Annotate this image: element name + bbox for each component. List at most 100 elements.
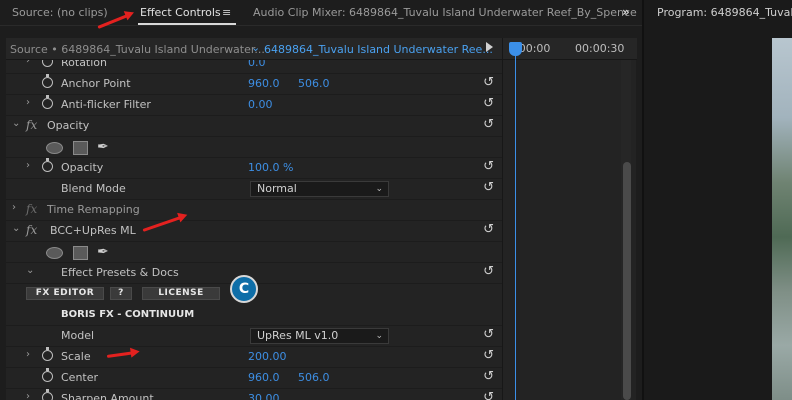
time-ruler[interactable]: :00:00 00:00:30: [503, 38, 637, 60]
property-row-blend-mode: Blend Mode Normal ⌄ ↺: [6, 179, 502, 200]
property-value-y[interactable]: 506.0: [298, 371, 330, 384]
property-row-sharpen-amount: › Sharpen Amount 30.00 ↺: [6, 389, 502, 400]
chevron-down-icon: ⌄: [375, 184, 383, 194]
reset-icon[interactable]: ↺: [483, 117, 494, 132]
property-label: Blend Mode: [61, 182, 126, 195]
dropdown-value: Normal: [257, 182, 297, 195]
tab-audio-clip-mixer[interactable]: Audio Clip Mixer: 6489864_Tuvalu Island …: [253, 6, 637, 19]
playhead-line[interactable]: [515, 56, 516, 400]
reset-icon[interactable]: ↺: [483, 75, 494, 90]
chevron-right-icon[interactable]: ›: [26, 391, 30, 400]
tab-source[interactable]: Source: (no clips): [12, 6, 108, 19]
property-value-x[interactable]: 960.0: [248, 77, 280, 90]
stopwatch-icon[interactable]: [42, 60, 53, 67]
scrollbar-thumb[interactable]: [623, 162, 631, 400]
effect-group-bcc-upres[interactable]: ⌄ fx BCC+UpRes ML ↺: [6, 221, 502, 242]
effect-group-label: BCC+UpRes ML: [50, 224, 136, 237]
panel-menu-icon[interactable]: ≡: [222, 6, 231, 19]
program-video-frame: [772, 38, 792, 400]
property-label: Effect Presets & Docs: [61, 266, 179, 279]
chevron-down-icon[interactable]: ⌄: [251, 41, 260, 54]
effect-controls-panel: Source • 6489864_Tuvalu Island Underwate…: [6, 38, 637, 400]
effect-properties-list: › Rotation 0.0 Anchor Point 960.0 506.0 …: [6, 60, 502, 400]
program-monitor-title[interactable]: Program: 6489864_Tuvalu I: [657, 6, 792, 19]
property-value[interactable]: 200.00: [248, 350, 287, 363]
chevron-right-icon[interactable]: ›: [26, 160, 30, 171]
continuum-logo: C: [230, 275, 258, 303]
reset-icon[interactable]: ↺: [483, 180, 494, 195]
reset-icon[interactable]: ↺: [483, 222, 494, 237]
blend-mode-dropdown[interactable]: Normal ⌄: [250, 181, 389, 197]
property-row-opacity: › Opacity 100.0 % ↺: [6, 158, 502, 179]
property-row-model: Model UpRes ML v1.0 ⌄ ↺: [6, 326, 502, 347]
sequence-clip-selector[interactable]: 6489864_Tuvalu Island Underwater Ree...: [264, 43, 493, 56]
effect-group-label: Time Remapping: [47, 203, 140, 216]
model-dropdown[interactable]: UpRes ML v1.0 ⌄: [250, 328, 389, 344]
property-value[interactable]: 100.0 %: [248, 161, 293, 174]
reset-icon[interactable]: ↺: [483, 390, 494, 400]
tab-effect-controls[interactable]: Effect Controls: [140, 6, 221, 19]
panel-tab-bar: Source: (no clips) Effect Controls ≡ Aud…: [0, 0, 642, 26]
reset-icon[interactable]: ↺: [483, 327, 494, 342]
boris-fx-label: BORIS FX - CONTINUUM: [61, 309, 195, 320]
rectangle-mask-icon[interactable]: [73, 141, 88, 155]
property-row-scale: › Scale 200.00 ↺: [6, 347, 502, 368]
reset-icon[interactable]: ↺: [483, 264, 494, 279]
clip-header-bar: Source • 6489864_Tuvalu Island Underwate…: [6, 38, 502, 60]
ruler-end-timecode: 00:00:30: [575, 42, 625, 55]
help-button[interactable]: ?: [110, 287, 132, 300]
fx-editor-button[interactable]: FX EDITOR: [26, 287, 104, 300]
ellipse-mask-icon[interactable]: [46, 142, 63, 154]
play-icon[interactable]: [486, 42, 493, 52]
rectangle-mask-icon[interactable]: [73, 246, 88, 260]
pen-mask-icon[interactable]: ✒: [97, 139, 109, 155]
chevron-down-icon[interactable]: ⌄: [12, 223, 20, 234]
reset-icon[interactable]: ↺: [483, 96, 494, 111]
effect-group-time-remapping[interactable]: › fx Time Remapping: [6, 200, 502, 221]
chevron-right-icon[interactable]: ›: [26, 97, 30, 108]
stopwatch-icon[interactable]: [42, 347, 53, 361]
license-button[interactable]: LICENSE: [142, 287, 220, 300]
property-label: Scale: [61, 350, 91, 363]
stopwatch-icon[interactable]: [42, 74, 53, 88]
stopwatch-icon[interactable]: [42, 389, 53, 400]
playhead-handle[interactable]: [509, 42, 522, 56]
fx-icon[interactable]: fx: [26, 223, 37, 237]
chevron-right-icon[interactable]: ›: [26, 349, 30, 360]
dropdown-value: UpRes ML v1.0: [257, 329, 339, 342]
property-value-x[interactable]: 960.0: [248, 371, 280, 384]
chevron-down-icon: ⌄: [375, 331, 383, 341]
chevron-right-icon[interactable]: ›: [12, 202, 16, 213]
property-label: Anchor Point: [61, 77, 131, 90]
reset-icon[interactable]: ↺: [483, 369, 494, 384]
stopwatch-icon[interactable]: [42, 95, 53, 109]
boris-fx-label-row: BORIS FX - CONTINUUM: [6, 305, 502, 326]
chevron-right-icon[interactable]: ›: [26, 60, 30, 66]
chevron-down-icon[interactable]: ⌄: [12, 118, 20, 129]
property-value[interactable]: 30.00: [248, 392, 280, 400]
reset-icon[interactable]: ↺: [483, 348, 494, 363]
property-label: Rotation: [61, 60, 108, 69]
property-value[interactable]: 0.0: [248, 60, 266, 69]
pen-mask-icon[interactable]: ✒: [97, 244, 109, 260]
property-row-center: Center 960.0 506.0 ↺: [6, 368, 502, 389]
property-row-rotation: › Rotation 0.0: [6, 60, 502, 74]
fx-icon[interactable]: fx: [26, 118, 37, 132]
property-label: Anti-flicker Filter: [61, 98, 151, 111]
tab-overflow-icon[interactable]: »: [622, 5, 630, 19]
source-clip-selector[interactable]: Source • 6489864_Tuvalu Island Underwate…: [10, 43, 265, 56]
property-value[interactable]: 0.00: [248, 98, 273, 111]
active-tab-underline: [138, 23, 236, 25]
reset-icon[interactable]: ↺: [483, 159, 494, 174]
property-row-anchor-point: Anchor Point 960.0 506.0 ↺: [6, 74, 502, 95]
mask-tools-row: ✒: [6, 137, 502, 158]
ellipse-mask-icon[interactable]: [46, 247, 63, 259]
fx-icon[interactable]: fx: [26, 202, 37, 216]
chevron-down-icon[interactable]: ⌄: [26, 265, 34, 276]
stopwatch-icon[interactable]: [42, 158, 53, 172]
effect-group-opacity[interactable]: ⌄ fx Opacity ↺: [6, 116, 502, 137]
effect-group-label: Opacity: [47, 119, 90, 132]
stopwatch-icon[interactable]: [42, 368, 53, 382]
property-value-y[interactable]: 506.0: [298, 77, 330, 90]
bcc-button-row: FX EDITOR ? LICENSE C: [6, 275, 502, 305]
